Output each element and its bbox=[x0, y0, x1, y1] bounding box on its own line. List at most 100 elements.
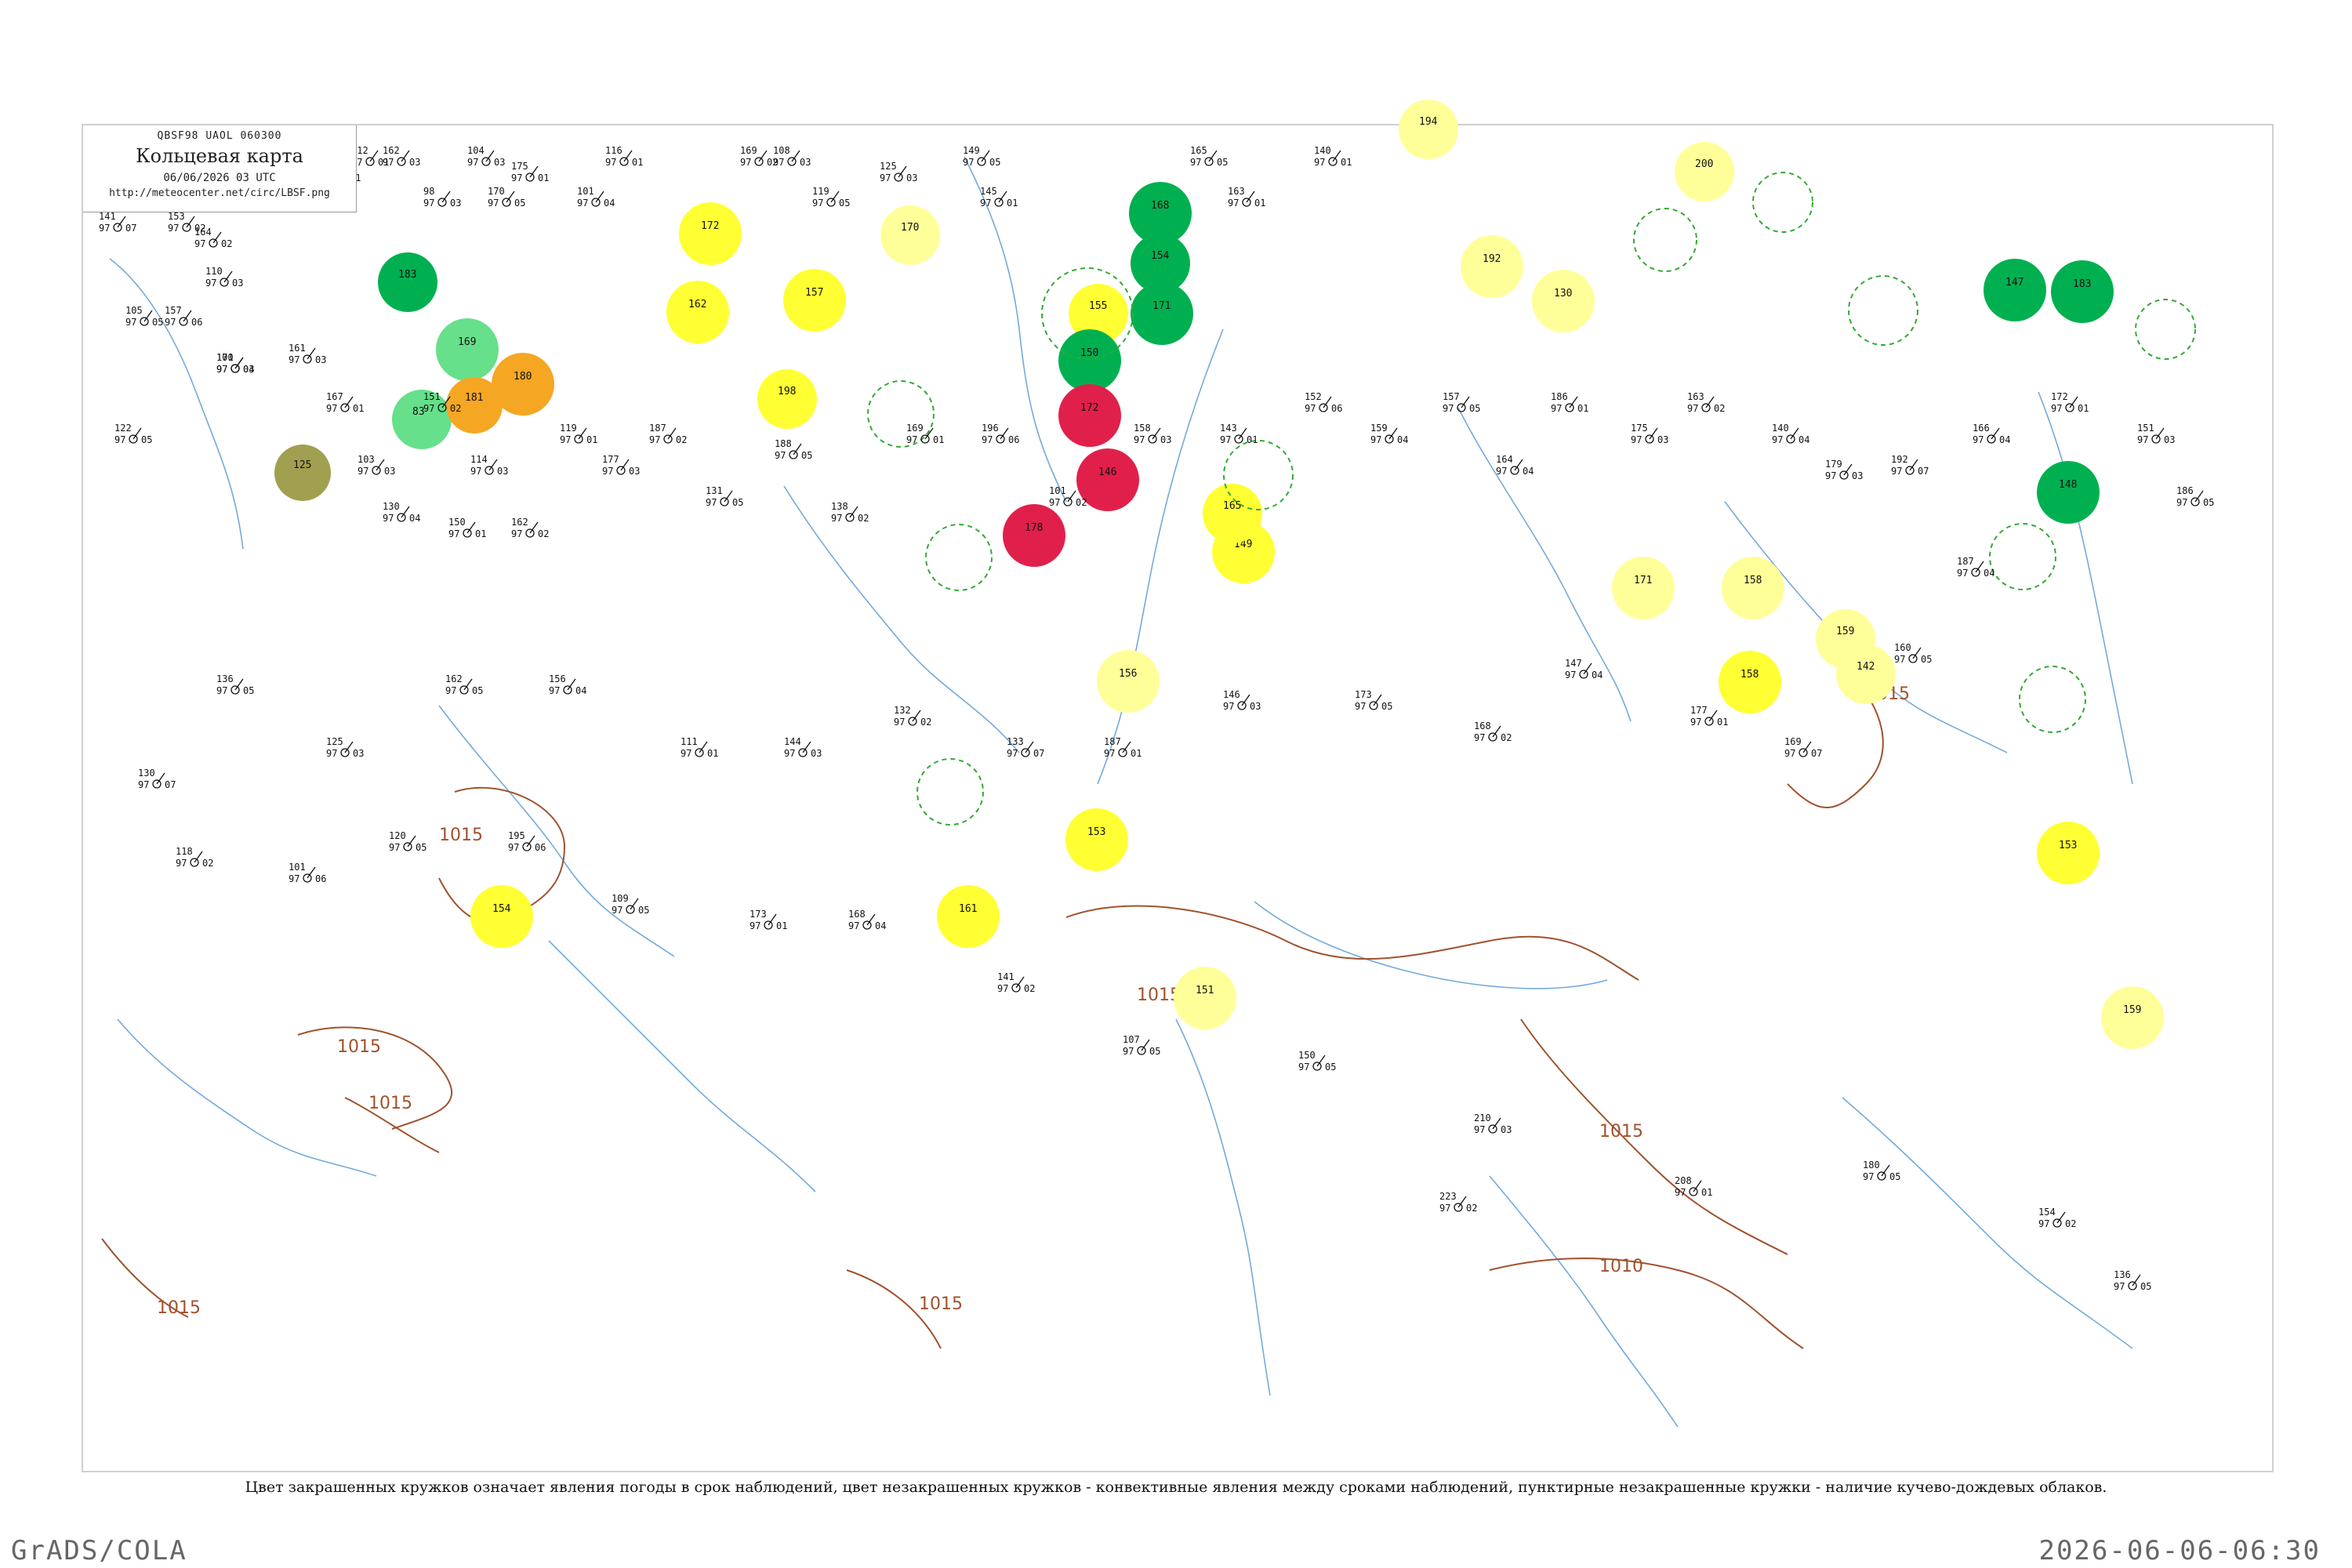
isobar-line bbox=[1065, 905, 1639, 981]
circle-pressure-label: 150 bbox=[1080, 347, 1098, 359]
station-temperature: 97 bbox=[216, 364, 227, 375]
station-pressure: 131 bbox=[706, 485, 723, 496]
station-temperature: 97 bbox=[1305, 403, 1316, 414]
station-dewpoint: 02 bbox=[221, 238, 232, 249]
station-dewpoint: 03 bbox=[353, 748, 364, 759]
station-dewpoint: 02 bbox=[1466, 1203, 1477, 1214]
station-pressure: 161 bbox=[289, 343, 306, 354]
station-temperature: 97 bbox=[99, 223, 110, 234]
station-temperature: 97 bbox=[1863, 1171, 1874, 1182]
cumulonimbus-ring bbox=[2135, 299, 2196, 360]
station-dewpoint: 01 bbox=[586, 434, 597, 445]
station-dewpoint: 06 bbox=[315, 873, 326, 884]
station-dewpoint: 01 bbox=[707, 748, 718, 759]
green-weather-circle bbox=[1984, 259, 2046, 321]
pale-yellow-weather-circle bbox=[1722, 557, 1784, 619]
station-temperature: 97 bbox=[2114, 1281, 2125, 1292]
station-temperature: 97 bbox=[1104, 748, 1115, 759]
station-dewpoint: 05 bbox=[2140, 1281, 2151, 1292]
isobar-label: 1015 bbox=[368, 1094, 412, 1113]
circle-pressure-label: 170 bbox=[901, 222, 919, 234]
station-dewpoint: 02 bbox=[1024, 983, 1035, 994]
station-pressure: 168 bbox=[1474, 720, 1491, 731]
yellow-weather-circle bbox=[1065, 808, 1128, 871]
station-dewpoint: 05 bbox=[1381, 701, 1392, 712]
station-temperature: 97 bbox=[560, 434, 571, 445]
station-dewpoint: 03 bbox=[1852, 470, 1863, 481]
circle-pressure-label: 157 bbox=[805, 287, 823, 299]
station-pressure: 119 bbox=[560, 423, 577, 434]
isobar-label: 1015 bbox=[919, 1294, 963, 1314]
yellow-weather-circle bbox=[666, 281, 729, 343]
map-title: Кольцевая карта bbox=[136, 145, 303, 167]
station-temperature: 97 bbox=[1973, 434, 1984, 445]
station-pressure: 151 bbox=[423, 391, 441, 402]
station-temperature: 97 bbox=[289, 873, 299, 884]
station-dewpoint: 01 bbox=[632, 157, 643, 168]
station-temperature: 97 bbox=[1228, 198, 1239, 209]
station-pressure: 167 bbox=[326, 391, 343, 402]
station-temperature: 97 bbox=[326, 403, 337, 414]
station-pressure: 130 bbox=[138, 768, 155, 779]
circle-pressure-label: 171 bbox=[1152, 300, 1171, 312]
station-pressure: 125 bbox=[326, 736, 343, 747]
station-dewpoint: 02 bbox=[1076, 497, 1087, 508]
station-temperature: 97 bbox=[775, 450, 786, 461]
station-temperature: 97 bbox=[423, 403, 434, 414]
station-temperature: 97 bbox=[138, 779, 149, 790]
station-temperature: 97 bbox=[1220, 434, 1231, 445]
station-pressure: 154 bbox=[2038, 1207, 2056, 1218]
station-pressure: 141 bbox=[997, 971, 1014, 982]
station-dewpoint: 05 bbox=[514, 198, 525, 209]
circle-pressure-label: 181 bbox=[465, 392, 483, 404]
station-pressure: 103 bbox=[358, 454, 375, 465]
station-pressure: 149 bbox=[963, 145, 980, 156]
station-temperature: 97 bbox=[1772, 434, 1783, 445]
station-dewpoint: 04 bbox=[1798, 434, 1809, 445]
station-dewpoint: 05 bbox=[243, 685, 254, 696]
river bbox=[1489, 1175, 1679, 1428]
station-dewpoint: 04 bbox=[575, 685, 586, 696]
station-pressure: 153 bbox=[168, 211, 185, 222]
rivers-layer bbox=[109, 156, 2133, 1428]
station-dewpoint: 02 bbox=[450, 403, 461, 414]
yellow-weather-circle bbox=[1203, 484, 1262, 543]
station-temperature: 97 bbox=[1675, 1187, 1686, 1198]
circle-pressure-label: 180 bbox=[514, 371, 532, 383]
station-dewpoint: 03 bbox=[2164, 434, 2175, 445]
station-pressure: 116 bbox=[605, 145, 622, 156]
station-pressure: 125 bbox=[880, 161, 897, 172]
station-temperature: 97 bbox=[605, 157, 616, 168]
circle-pressure-label: 155 bbox=[1089, 300, 1107, 312]
station-temperature: 97 bbox=[784, 748, 795, 759]
river bbox=[1097, 328, 1224, 785]
station-pressure: 156 bbox=[549, 673, 566, 684]
station-pressure: 169 bbox=[1784, 736, 1802, 747]
station-pressure: 165 bbox=[1190, 145, 1207, 156]
station-dewpoint: 05 bbox=[1149, 1046, 1160, 1057]
station-dewpoint: 06 bbox=[191, 317, 202, 328]
station-dewpoint: 02 bbox=[920, 717, 931, 728]
river bbox=[2038, 391, 2133, 785]
source-url[interactable]: http://meteocenter.net/circ/LBSF.png bbox=[83, 187, 356, 199]
station-pressure: 172 bbox=[2051, 391, 2068, 402]
station-temperature: 97 bbox=[448, 528, 459, 539]
station-pressure: 100 bbox=[216, 352, 234, 363]
circle-pressure-label: 172 bbox=[701, 220, 719, 232]
station-dewpoint: 07 bbox=[165, 779, 176, 790]
circle-pressure-label: 171 bbox=[1634, 575, 1652, 586]
station-dewpoint: 02 bbox=[676, 434, 687, 445]
station-dewpoint: 03 bbox=[384, 466, 395, 477]
pale-yellow-weather-circle bbox=[1399, 100, 1458, 159]
station-temperature: 97 bbox=[577, 198, 588, 209]
station-pressure: 144 bbox=[784, 736, 801, 747]
green-weather-circle bbox=[378, 252, 437, 312]
station-dewpoint: 06 bbox=[1331, 403, 1342, 414]
station-temperature: 97 bbox=[1474, 732, 1485, 743]
station-temperature: 97 bbox=[389, 842, 400, 853]
station-pressure: 130 bbox=[383, 501, 400, 512]
legend-caption: Цвет закрашенных кружков означает явлени… bbox=[245, 1479, 2107, 1496]
station-temperature: 97 bbox=[114, 434, 125, 445]
cumulonimbus-ring bbox=[867, 380, 935, 448]
station-pressure: 101 bbox=[1049, 485, 1066, 496]
